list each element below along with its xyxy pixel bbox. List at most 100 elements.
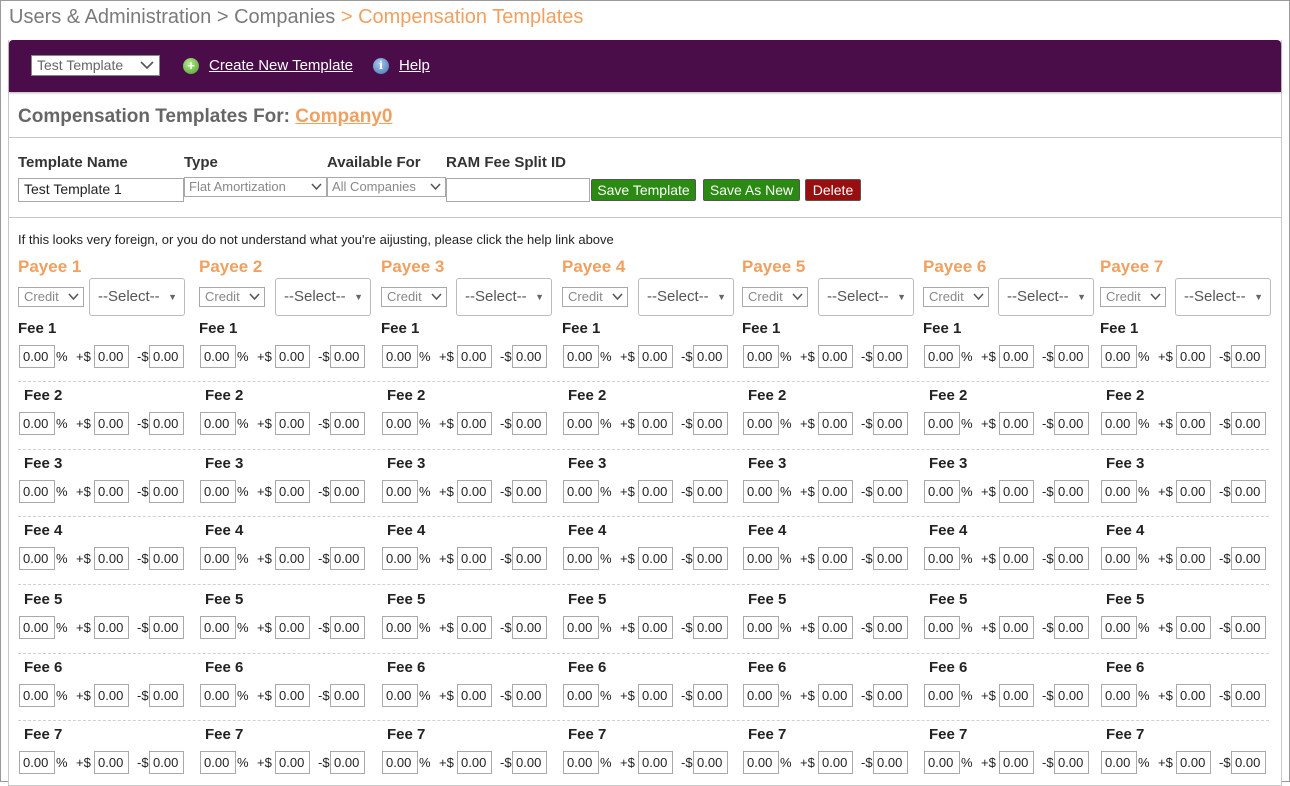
fee-plus-input[interactable]: 0.00 [457,412,492,435]
fee-plus-input[interactable]: 0.00 [275,751,310,774]
fee-minus-input[interactable]: 0.00 [149,480,184,503]
fee-percent-input[interactable]: 0.00 [1101,480,1137,503]
fee-percent-input[interactable]: 0.00 [924,480,960,503]
fee-percent-input[interactable]: 0.00 [200,345,236,368]
fee-percent-input[interactable]: 0.00 [743,684,779,707]
fee-percent-input[interactable]: 0.00 [563,616,599,639]
fee-plus-input[interactable]: 0.00 [638,616,673,639]
ram-fee-split-input[interactable] [446,178,590,202]
fee-percent-input[interactable]: 0.00 [200,412,236,435]
fee-minus-input[interactable]: 0.00 [149,412,184,435]
fee-percent-input[interactable]: 0.00 [924,345,960,368]
fee-percent-input[interactable]: 0.00 [563,345,599,368]
fee-percent-input[interactable]: 0.00 [1101,547,1137,570]
fee-plus-input[interactable]: 0.00 [94,345,129,368]
fee-percent-input[interactable]: 0.00 [924,751,960,774]
fee-plus-input[interactable]: 0.00 [457,684,492,707]
fee-percent-input[interactable]: 0.00 [563,547,599,570]
fee-minus-input[interactable]: 0.00 [149,616,184,639]
fee-minus-input[interactable]: 0.00 [330,412,365,435]
fee-minus-input[interactable]: 0.00 [693,751,728,774]
fee-minus-input[interactable]: 0.00 [330,684,365,707]
delete-button[interactable]: Delete [805,179,861,201]
fee-percent-input[interactable]: 0.00 [19,412,55,435]
fee-plus-input[interactable]: 0.00 [457,345,492,368]
fee-plus-input[interactable]: 0.00 [999,751,1034,774]
fee-minus-input[interactable]: 0.00 [693,616,728,639]
save-as-new-button[interactable]: Save As New [703,179,800,201]
fee-percent-input[interactable]: 0.00 [924,547,960,570]
fee-minus-input[interactable]: 0.00 [1231,616,1266,639]
fee-minus-input[interactable]: 0.00 [1054,412,1089,435]
fee-minus-input[interactable]: 0.00 [1054,547,1089,570]
fee-percent-input[interactable]: 0.00 [382,616,418,639]
fee-plus-input[interactable]: 0.00 [818,547,853,570]
fee-minus-input[interactable]: 0.00 [1231,684,1266,707]
credit-select[interactable]: Credit [923,287,989,307]
breadcrumb-users-admin[interactable]: Users & Administration [9,6,211,28]
fee-plus-input[interactable]: 0.00 [638,480,673,503]
type-select[interactable]: Flat Amortization [184,177,327,197]
fee-minus-input[interactable]: 0.00 [149,751,184,774]
fee-plus-input[interactable]: 0.00 [999,412,1034,435]
fee-plus-input[interactable]: 0.00 [275,616,310,639]
available-for-select[interactable]: All Companies [327,177,446,197]
fee-plus-input[interactable]: 0.00 [275,547,310,570]
fee-plus-input[interactable]: 0.00 [818,412,853,435]
fee-minus-input[interactable]: 0.00 [873,751,908,774]
fee-minus-input[interactable]: 0.00 [873,480,908,503]
credit-select[interactable]: Credit [199,287,265,307]
plus-circle-icon[interactable]: + [183,58,199,74]
fee-minus-input[interactable]: 0.00 [330,480,365,503]
fee-minus-input[interactable]: 0.00 [693,684,728,707]
fee-minus-input[interactable]: 0.00 [149,684,184,707]
fee-minus-input[interactable]: 0.00 [330,345,365,368]
create-new-template-link[interactable]: Create New Template [209,57,353,74]
fee-percent-input[interactable]: 0.00 [19,345,55,368]
fee-plus-input[interactable]: 0.00 [638,345,673,368]
fee-plus-input[interactable]: 0.00 [275,480,310,503]
fee-minus-input[interactable]: 0.00 [149,345,184,368]
fee-percent-input[interactable]: 0.00 [382,412,418,435]
fee-plus-input[interactable]: 0.00 [1176,547,1211,570]
fee-percent-input[interactable]: 0.00 [200,684,236,707]
fee-percent-input[interactable]: 0.00 [743,547,779,570]
credit-select[interactable]: Credit [742,287,808,307]
fee-percent-input[interactable]: 0.00 [200,616,236,639]
fee-percent-input[interactable]: 0.00 [382,547,418,570]
fee-percent-input[interactable]: 0.00 [743,751,779,774]
fee-percent-input[interactable]: 0.00 [382,751,418,774]
fee-minus-input[interactable]: 0.00 [512,412,547,435]
template-name-input[interactable]: Test Template 1 [18,178,184,202]
fee-plus-input[interactable]: 0.00 [999,480,1034,503]
fee-minus-input[interactable]: 0.00 [873,547,908,570]
fee-plus-input[interactable]: 0.00 [94,480,129,503]
fee-percent-input[interactable]: 0.00 [19,684,55,707]
fee-plus-input[interactable]: 0.00 [638,412,673,435]
fee-plus-input[interactable]: 0.00 [457,616,492,639]
payee-select[interactable]: --Select-- ▼ [638,278,734,316]
credit-select[interactable]: Credit [562,287,628,307]
help-link[interactable]: Help [399,57,430,74]
payee-select[interactable]: --Select-- ▼ [998,278,1094,316]
fee-plus-input[interactable]: 0.00 [1176,412,1211,435]
fee-percent-input[interactable]: 0.00 [200,751,236,774]
fee-percent-input[interactable]: 0.00 [563,480,599,503]
fee-percent-input[interactable]: 0.00 [924,616,960,639]
payee-select[interactable]: --Select-- ▼ [818,278,914,316]
fee-percent-input[interactable]: 0.00 [924,412,960,435]
breadcrumb-companies[interactable]: Companies [234,6,335,28]
fee-plus-input[interactable]: 0.00 [818,345,853,368]
fee-plus-input[interactable]: 0.00 [818,616,853,639]
fee-plus-input[interactable]: 0.00 [999,616,1034,639]
fee-minus-input[interactable]: 0.00 [1054,480,1089,503]
save-template-button[interactable]: Save Template [591,179,696,201]
fee-percent-input[interactable]: 0.00 [382,345,418,368]
fee-percent-input[interactable]: 0.00 [19,547,55,570]
fee-plus-input[interactable]: 0.00 [457,751,492,774]
fee-plus-input[interactable]: 0.00 [275,345,310,368]
payee-select[interactable]: --Select-- ▼ [456,278,552,316]
fee-plus-input[interactable]: 0.00 [1176,751,1211,774]
fee-percent-input[interactable]: 0.00 [382,480,418,503]
fee-minus-input[interactable]: 0.00 [1054,616,1089,639]
